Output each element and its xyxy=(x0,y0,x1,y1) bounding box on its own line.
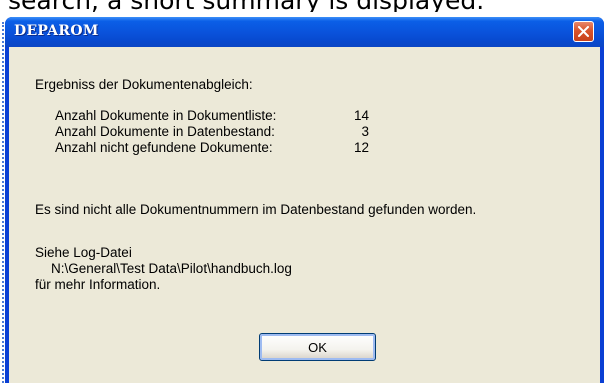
log-file-path: N:\General\Test Data\Pilot\handbuch.log xyxy=(51,261,292,276)
stat-label-document-list: Anzahl Dokumente in Dokumentliste: xyxy=(55,108,277,123)
document-text-fragment: search, a short summary is displayed. xyxy=(8,0,604,12)
stat-label-not-found: Anzahl nicht gefundene Dokumente: xyxy=(55,140,273,155)
stat-label-database: Anzahl Dokumente in Datenbestand: xyxy=(55,124,275,139)
log-file-label: Siehe Log-Datei xyxy=(35,245,132,260)
result-heading: Ergebniss der Dokumentenabgleich: xyxy=(35,77,253,92)
dialog-body: Ergebniss der Dokumentenabgleich: Anzahl… xyxy=(9,47,600,383)
close-icon xyxy=(578,26,589,37)
dialog-titlebar[interactable]: DEPAROM xyxy=(5,17,604,47)
dialog-title: DEPAROM xyxy=(14,23,99,39)
close-button[interactable] xyxy=(573,21,594,42)
ok-button-label: OK xyxy=(308,339,327,355)
document-margin-line xyxy=(2,22,4,383)
stat-value-database: 3 xyxy=(361,124,369,139)
stat-value-not-found: 12 xyxy=(353,140,369,155)
ok-button[interactable]: OK xyxy=(259,333,376,361)
stat-value-document-list: 14 xyxy=(353,108,369,123)
log-info-text: für mehr Information. xyxy=(35,277,161,292)
dialog-window: DEPAROM Ergebniss der Dokumentenabgleich… xyxy=(5,17,604,383)
warning-message: Es sind nicht alle Dokumentnummern im Da… xyxy=(35,202,477,217)
